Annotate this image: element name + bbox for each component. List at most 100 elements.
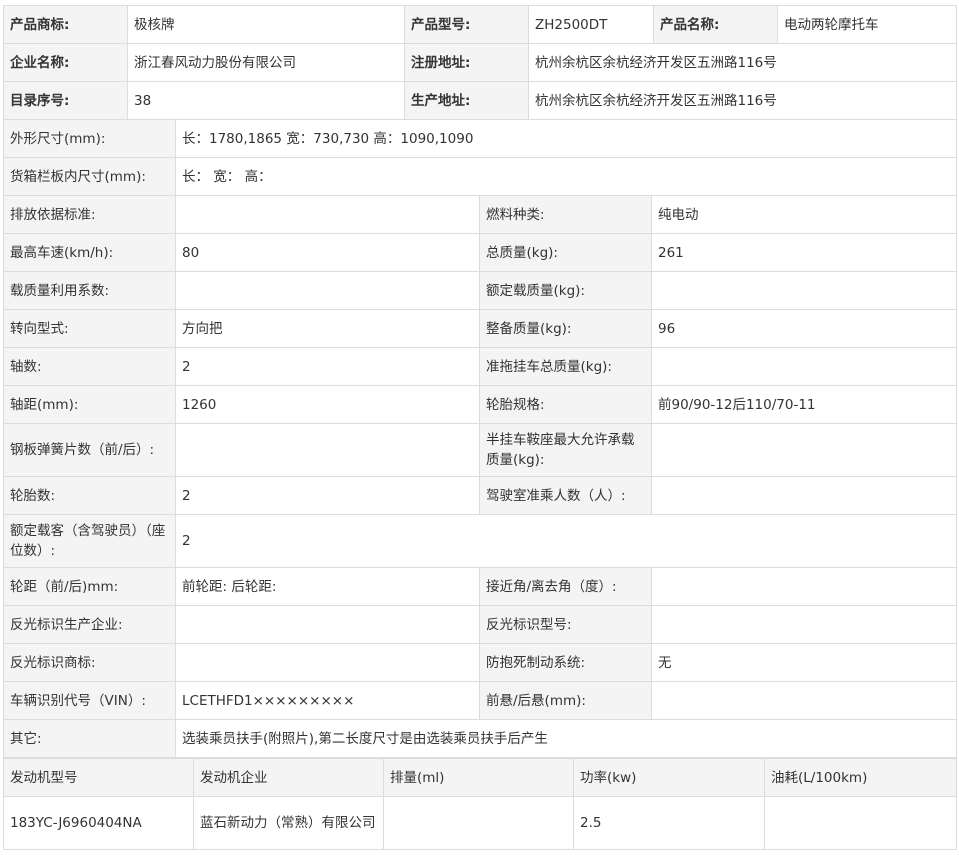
total-mass-label: 总质量(kg): xyxy=(479,233,652,272)
spec-row: 反光标识商标: 防抱死制动系统: 无 xyxy=(3,643,958,682)
reg-address-label: 注册地址: xyxy=(404,43,529,82)
fuel-label: 燃料种类: xyxy=(479,195,652,234)
wheelbase-value: 1260 xyxy=(175,385,480,424)
product-name-value: 电动两轮摩托车 xyxy=(777,5,957,44)
engine-cell: 2.5 xyxy=(573,796,765,850)
reflect-brand-label: 反光标识商标: xyxy=(3,643,176,682)
other-label: 其它: xyxy=(3,719,176,758)
load-coef-label: 载质量利用系数: xyxy=(3,271,176,310)
vin-label: 车辆识别代号（VIN）: xyxy=(3,681,176,720)
model-value: ZH2500DT xyxy=(528,5,654,44)
engine-cell xyxy=(383,796,574,850)
springs-value xyxy=(175,423,480,477)
trailer-mass-value xyxy=(650,347,958,386)
cab-label: 驾驶室准乘人数（人）: xyxy=(479,476,652,515)
overhang-label: 前悬/后悬(mm): xyxy=(479,681,652,720)
product-info-row: 目录序号: 38 生产地址: 杭州余杭区余杭经济开发区五洲路116号 xyxy=(3,81,957,120)
dimensions-label: 外形尺寸(mm): xyxy=(3,119,176,158)
prod-address-value: 杭州余杭区余杭经济开发区五洲路116号 xyxy=(528,81,957,120)
reflect-model-label: 反光标识型号: xyxy=(479,605,652,644)
engine-header-cell: 排量(ml) xyxy=(383,758,574,797)
tires-value: 2 xyxy=(175,476,480,515)
saddle-label: 半挂车鞍座最大允许承载质量(kg): xyxy=(479,423,652,477)
tire-spec-value: 前90/90-12后110/70-11 xyxy=(650,385,958,424)
engine-header-cell: 发动机型号 xyxy=(3,758,194,797)
steering-value: 方向把 xyxy=(175,309,480,348)
curb-mass-label: 整备质量(kg): xyxy=(479,309,652,348)
max-speed-label: 最高车速(km/h): xyxy=(3,233,176,272)
passengers-label: 额定载客（含驾驶员）（座位数）: xyxy=(3,514,176,568)
spec-row: 轴距(mm): 1260 轮胎规格: 前90/90-12后110/70-11 xyxy=(3,385,958,424)
product-info-row: 企业名称: 浙江春风动力股份有限公司 注册地址: 杭州余杭区余杭经济开发区五洲路… xyxy=(3,43,957,82)
brand-value: 极核牌 xyxy=(127,5,405,44)
angle-value xyxy=(650,567,958,606)
spec-row: 轮距（前/后)mm: 前轮距: 后轮距: 接近角/离去角（度）: xyxy=(3,567,958,606)
reflect-model-value xyxy=(650,605,958,644)
engine-table: 发动机型号 发动机企业 排量(ml) 功率(kw) 油耗(L/100km) 18… xyxy=(3,758,957,850)
spec-row: 货箱栏板内尺寸(mm): 长： 宽： 高： xyxy=(3,157,958,196)
model-label: 产品型号: xyxy=(404,5,529,44)
angle-label: 接近角/离去角（度）: xyxy=(479,567,652,606)
spec-row: 车辆识别代号（VIN）: LCETHFD1××××××××× 前悬/后悬(mm)… xyxy=(3,681,958,720)
axles-label: 轴数: xyxy=(3,347,176,386)
reflect-brand-value xyxy=(175,643,480,682)
engine-header-cell: 功率(kw) xyxy=(573,758,765,797)
product-info-table: 产品商标: 极核牌 产品型号: ZH2500DT 产品名称: 电动两轮摩托车 企… xyxy=(3,5,957,120)
track-label: 轮距（前/后)mm: xyxy=(3,567,176,606)
spec-row: 轮胎数: 2 驾驶室准乘人数（人）: xyxy=(3,476,958,515)
other-value: 选装乘员扶手(附照片),第二长度尺寸是由选装乘员扶手后产生 xyxy=(174,719,958,758)
spec-row: 外形尺寸(mm): 长：1780,1865 宽：730,730 高：1090,1… xyxy=(3,119,958,158)
catalog-value: 38 xyxy=(127,81,405,120)
spec-row: 反光标识生产企业: 反光标识型号: xyxy=(3,605,958,644)
reflect-maker-value xyxy=(175,605,480,644)
company-label: 企业名称: xyxy=(3,43,128,82)
company-value: 浙江春风动力股份有限公司 xyxy=(127,43,405,82)
spec-row: 额定载客（含驾驶员）（座位数）: 2 xyxy=(3,514,958,568)
spec-row: 轴数: 2 准拖挂车总质量(kg): xyxy=(3,347,958,386)
rated-load-value xyxy=(650,271,958,310)
spec-row: 其它: 选装乘员扶手(附照片),第二长度尺寸是由选装乘员扶手后产生 xyxy=(3,719,958,758)
trailer-mass-label: 准拖挂车总质量(kg): xyxy=(479,347,652,386)
spec-row: 最高车速(km/h): 80 总质量(kg): 261 xyxy=(3,233,958,272)
engine-header-cell: 油耗(L/100km) xyxy=(764,758,957,797)
rated-load-label: 额定载质量(kg): xyxy=(479,271,652,310)
load-coef-value xyxy=(175,271,480,310)
engine-header-cell: 发动机企业 xyxy=(193,758,384,797)
vin-value: LCETHFD1××××××××× xyxy=(175,681,480,720)
spec-row: 转向型式: 方向把 整备质量(kg): 96 xyxy=(3,309,958,348)
track-value: 前轮距: 后轮距: xyxy=(175,567,480,606)
abs-label: 防抱死制动系统: xyxy=(479,643,652,682)
prod-address-label: 生产地址: xyxy=(404,81,529,120)
spec-row: 钢板弹簧片数（前/后）: 半挂车鞍座最大允许承载质量(kg): xyxy=(3,423,958,477)
engine-cell: 蓝石新动力（常熟）有限公司 xyxy=(193,796,384,850)
steering-label: 转向型式: xyxy=(3,309,176,348)
axles-value: 2 xyxy=(175,347,480,386)
passengers-value: 2 xyxy=(174,514,958,568)
springs-label: 钢板弹簧片数（前/后）: xyxy=(3,423,176,477)
reflect-maker-label: 反光标识生产企业: xyxy=(3,605,176,644)
abs-value: 无 xyxy=(650,643,958,682)
product-name-label: 产品名称: xyxy=(653,5,778,44)
cab-value xyxy=(650,476,958,515)
tire-spec-label: 轮胎规格: xyxy=(479,385,652,424)
product-info-row: 产品商标: 极核牌 产品型号: ZH2500DT 产品名称: 电动两轮摩托车 xyxy=(3,5,957,44)
overhang-value xyxy=(650,681,958,720)
emission-label: 排放依据标准: xyxy=(3,195,176,234)
dimensions-value: 长：1780,1865 宽：730,730 高：1090,1090 xyxy=(174,119,958,158)
wheelbase-label: 轴距(mm): xyxy=(3,385,176,424)
engine-row: 183YC-J6960404NA 蓝石新动力（常熟）有限公司 2.5 xyxy=(3,796,957,850)
curb-mass-value: 96 xyxy=(650,309,958,348)
tires-label: 轮胎数: xyxy=(3,476,176,515)
total-mass-value: 261 xyxy=(650,233,958,272)
engine-header-row: 发动机型号 发动机企业 排量(ml) 功率(kw) 油耗(L/100km) xyxy=(3,758,957,797)
engine-cell: 183YC-J6960404NA xyxy=(3,796,194,850)
catalog-label: 目录序号: xyxy=(3,81,128,120)
emission-value xyxy=(175,195,480,234)
cargo-value: 长： 宽： 高： xyxy=(174,157,958,196)
fuel-value: 纯电动 xyxy=(650,195,958,234)
reg-address-value: 杭州余杭区余杭经济开发区五洲路116号 xyxy=(528,43,957,82)
brand-label: 产品商标: xyxy=(3,5,128,44)
engine-cell xyxy=(764,796,957,850)
spec-row: 载质量利用系数: 额定载质量(kg): xyxy=(3,271,958,310)
max-speed-value: 80 xyxy=(175,233,480,272)
